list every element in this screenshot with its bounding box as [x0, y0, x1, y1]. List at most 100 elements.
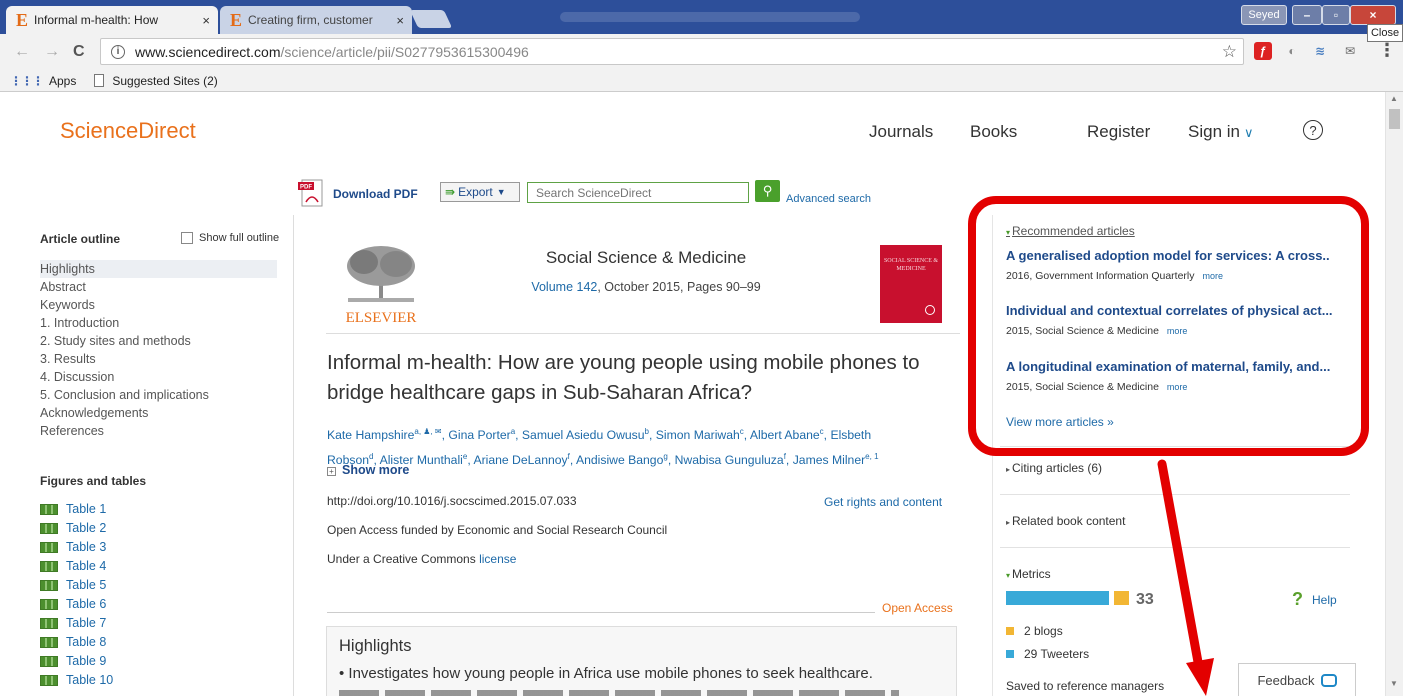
tab-informal-m-health[interactable]: E Informal m-health: How ×	[6, 6, 218, 34]
scroll-thumb[interactable]	[1389, 109, 1400, 129]
outline-item[interactable]: 1. Introduction	[40, 314, 277, 332]
info-icon[interactable]: i	[111, 44, 125, 59]
table-link[interactable]: Table 4	[40, 557, 113, 576]
more-link[interactable]: more	[1167, 326, 1188, 336]
extension-wave-icon[interactable]: ≋	[1311, 42, 1329, 60]
journal-volume: Volume 142, October 2015, Pages 90–99	[430, 280, 862, 294]
author-link[interactable]: , Albert Abane	[744, 428, 820, 442]
tab-title: Informal m-health: How	[34, 13, 159, 27]
outline-item[interactable]: 2. Study sites and methods	[40, 332, 277, 350]
table-link[interactable]: Table 8	[40, 633, 113, 652]
outline-item[interactable]: Keywords	[40, 296, 277, 314]
help-icon[interactable]: ?	[1292, 589, 1303, 610]
recommended-articles-toggle[interactable]: ▾ Recommended articles	[1006, 224, 1135, 238]
new-tab-button[interactable]	[409, 10, 453, 28]
author-link[interactable]: , James Milner	[786, 453, 865, 467]
extension-icon[interactable]: ◐	[1283, 42, 1301, 60]
outline-item[interactable]: Abstract	[40, 278, 277, 296]
back-button[interactable]: ←	[14, 43, 30, 61]
affiliation-sup[interactable]: a, ♟, ✉	[414, 427, 441, 436]
apps-grid-icon[interactable]: ⋮⋮⋮	[10, 74, 44, 88]
outline-item[interactable]: References	[40, 422, 277, 440]
outline-item[interactable]: 5. Conclusion and implications	[40, 386, 277, 404]
nav-journals[interactable]: Journals	[869, 122, 933, 142]
table-link[interactable]: Table 2	[40, 519, 113, 538]
tab-close-icon[interactable]: ×	[396, 13, 404, 28]
scroll-up-icon[interactable]: ▲	[1390, 94, 1398, 103]
nav-books[interactable]: Books	[970, 122, 1017, 142]
author-link[interactable]: Kate Hampshire	[327, 428, 414, 442]
metrics-help-link[interactable]: Help	[1312, 593, 1337, 607]
author-link[interactable]: , Elsbeth	[824, 428, 871, 442]
advanced-search-link[interactable]: Advanced search	[786, 193, 871, 205]
search-input[interactable]	[527, 182, 749, 203]
recommended-article-link[interactable]: A generalised adoption model for service…	[1006, 248, 1330, 263]
chevron-down-icon: ∨	[1243, 125, 1254, 140]
author-link[interactable]: , Andisiwe Bango	[570, 453, 664, 467]
table-link[interactable]: Table 7	[40, 614, 113, 633]
forward-button[interactable]: →	[44, 43, 60, 61]
table-icon	[40, 561, 58, 572]
table-link[interactable]: Table 6	[40, 595, 113, 614]
outline-item[interactable]: Highlights	[40, 260, 277, 278]
elsevier-logo[interactable]: ELSEVIER	[334, 240, 428, 326]
recommended-article-link[interactable]: A longitudinal examination of maternal, …	[1006, 359, 1330, 374]
help-icon[interactable]: ?	[1303, 120, 1323, 140]
journal-name[interactable]: Social Science & Medicine	[430, 248, 862, 268]
show-full-outline-toggle[interactable]: Show full outline	[181, 232, 279, 244]
feedback-button[interactable]: Feedback	[1238, 663, 1356, 696]
table-link[interactable]: Table 3	[40, 538, 113, 557]
address-bar[interactable]: i www.sciencedirect.com/science/article/…	[100, 38, 1244, 65]
bookmark-star-icon[interactable]: ☆	[1222, 42, 1237, 62]
download-pdf-link[interactable]: Download PDF	[333, 187, 418, 201]
recommended-article-link[interactable]: Individual and contextual correlates of …	[1006, 303, 1333, 318]
metrics-toggle[interactable]: ▾ Metrics	[1006, 567, 1051, 581]
sciencedirect-logo[interactable]: ScienceDirect	[60, 118, 196, 144]
tab-creating-firm[interactable]: E Creating firm, customer ×	[220, 6, 412, 34]
export-button[interactable]: ⇛ Export ▼	[440, 182, 520, 202]
mail-extension-icon[interactable]: ✉	[1341, 42, 1359, 60]
bookmark-suggested-sites[interactable]: Suggested Sites (2)	[112, 74, 217, 88]
author-link[interactable]: , Gina Porter	[442, 428, 511, 442]
maximize-button[interactable]: ▫	[1322, 5, 1350, 25]
table-icon	[40, 504, 58, 515]
more-link[interactable]: more	[1167, 382, 1188, 392]
minimize-button[interactable]: –	[1292, 5, 1322, 25]
author-link[interactable]: , Nwabisa Gunguluza	[668, 453, 784, 467]
citing-articles-toggle[interactable]: ▸ Citing articles (6)	[1006, 461, 1102, 475]
license-link[interactable]: license	[479, 552, 516, 566]
table-link[interactable]: Table 10	[40, 671, 113, 690]
related-book-content-toggle[interactable]: ▸ Related book content	[1006, 514, 1125, 528]
table-link[interactable]: Table 9	[40, 652, 113, 671]
table-icon	[40, 637, 58, 648]
search-button[interactable]: ⚲	[755, 180, 780, 202]
profile-button[interactable]: Seyed	[1241, 5, 1287, 25]
author-link[interactable]: , Simon Mariwah	[649, 428, 740, 442]
nav-sign-in[interactable]: Sign in ∨	[1188, 122, 1254, 142]
tab-close-icon[interactable]: ×	[202, 13, 210, 28]
author-link[interactable]: , Ariane DeLannoy	[467, 453, 567, 467]
flash-extension-icon[interactable]: ƒ	[1254, 42, 1272, 60]
outline-item[interactable]: 4. Discussion	[40, 368, 277, 386]
author-link[interactable]: , Samuel Asiedu Owusu	[515, 428, 644, 442]
browser-toolbar: ← → C i www.sciencedirect.com/science/ar…	[0, 34, 1403, 70]
table-link[interactable]: Table 1	[40, 500, 113, 519]
volume-link[interactable]: Volume 142	[531, 280, 597, 294]
doi-link[interactable]: http://doi.org/10.1016/j.socscimed.2015.…	[327, 494, 577, 508]
page-scrollbar[interactable]: ▲ ▼	[1385, 92, 1403, 696]
pdf-icon[interactable]: PDF	[296, 178, 326, 208]
reload-button[interactable]: C	[73, 43, 85, 61]
more-link[interactable]: more	[1203, 271, 1224, 281]
show-full-outline-checkbox[interactable]	[181, 232, 193, 244]
outline-item[interactable]: Acknowledgements	[40, 404, 277, 422]
table-link[interactable]: Table 5	[40, 576, 113, 595]
view-more-articles-link[interactable]: View more articles »	[1006, 415, 1114, 429]
outline-item[interactable]: 3. Results	[40, 350, 277, 368]
bookmark-apps[interactable]: Apps	[49, 74, 76, 88]
close-window-button[interactable]: ×	[1350, 5, 1396, 25]
browser-menu-icon[interactable]: ⋮	[1378, 40, 1396, 61]
show-more-authors[interactable]: + Show more	[327, 463, 409, 477]
nav-register[interactable]: Register	[1087, 122, 1150, 142]
get-rights-link[interactable]: Get rights and content	[824, 495, 942, 509]
scroll-down-icon[interactable]: ▼	[1390, 679, 1398, 688]
